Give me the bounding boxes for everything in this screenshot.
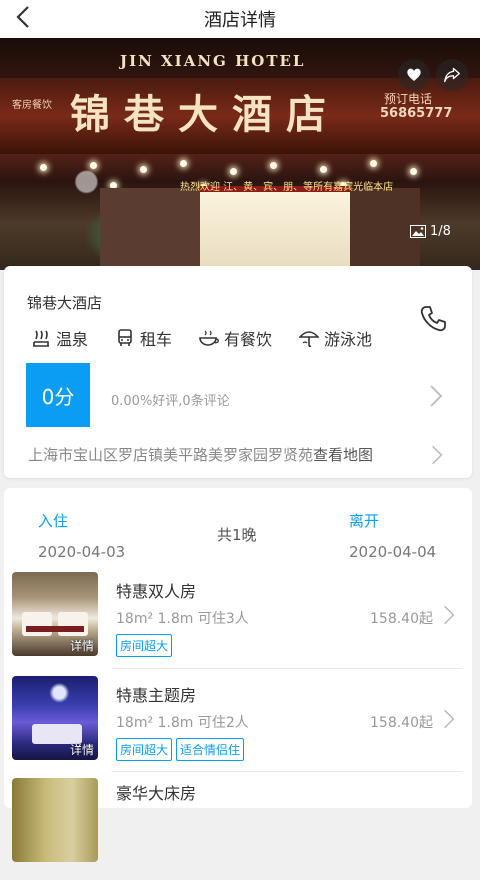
top-bar: 酒店详情 [0,0,480,38]
amenity-label: 游泳池 [324,330,373,349]
room-detail-tag: 详情 [69,743,94,757]
back-icon [16,6,29,28]
photo-chinese-name: 锦巷大酒店 [70,91,340,138]
share-button[interactable] [436,59,468,91]
room-tags: 房间超大 适合情侣住 [116,738,245,761]
amenity-car-rental: 租车 [114,326,172,350]
room-item[interactable]: 详情 特惠主题房 18m² 1.8m 可住2人 158.40起 房间超大 适合情… [4,676,472,778]
image-icon [410,225,426,238]
room-item[interactable]: 详情 特惠双人房 18m² 1.8m 可住3人 158.40起 房间超大 [4,572,472,674]
amenity-hot-spring: 温泉 [30,326,88,350]
hotel-name: 锦巷大酒店 [27,294,103,312]
room-price: 158.40起 [370,715,433,731]
checkout-label: 离开 [349,512,380,530]
checkin-label: 入住 [38,512,69,530]
room-tag: 房间超大 [116,634,173,657]
room-thumbnail[interactable] [12,778,98,862]
dining-icon [198,327,220,349]
rating-summary[interactable]: 0.00%好评,0条评论 [111,390,230,409]
room-tag: 适合情侣住 [176,738,245,761]
favorite-button[interactable] [398,59,430,91]
phone-icon [420,306,446,332]
car-rental-icon [114,327,136,349]
photo-counter-text: 1/8 [430,224,451,239]
photo-phone-label: 预订电话 [384,92,433,106]
room-name: 豪华大床房 [116,784,197,803]
amenity-label: 租车 [140,330,173,349]
checkout-selector[interactable]: 离开 2020-04-04 [349,510,436,561]
photo-phone-number: 56865777 [380,106,453,121]
room-spec: 18m² 1.8m 可住2人 [116,715,249,731]
amenity-label: 温泉 [56,330,89,349]
room-divider [112,771,462,772]
amenity-pool: 游泳池 [298,326,372,350]
hot-spring-icon [30,327,52,349]
room-thumbnail[interactable]: 详情 [12,572,98,656]
score-badge: 0分 [26,363,90,427]
room-thumbnail[interactable]: 详情 [12,676,98,760]
room-name: 特惠主题房 [116,686,197,705]
room-chevron-icon[interactable] [442,604,458,628]
room-detail-tag: 详情 [69,639,94,653]
hotel-info-card: 锦巷大酒店 温泉 租车 有餐饮 游泳池 0分 0.00%好评,0条评论 上海市宝… [4,266,472,478]
room-item[interactable]: 豪华大床房 [4,778,472,880]
room-spec: 18m² 1.8m 可住3人 [116,611,249,627]
back-button[interactable] [8,0,38,34]
photo-entrance [200,186,350,270]
photo-left-tag: 客房餐饮 [12,100,52,111]
pool-icon [298,327,320,349]
checkin-selector[interactable]: 入住 2020-04-03 [38,510,125,561]
share-icon [444,67,460,83]
page-title: 酒店详情 [204,10,276,31]
address-chevron-icon[interactable] [430,444,446,468]
heart-icon [407,68,421,81]
room-chevron-icon[interactable] [442,708,458,732]
address-text: 上海市宝山区罗店镇美平路美罗家园罗贤苑 [28,446,314,464]
photo-english-name: JIN XIANG HOTEL [120,52,306,70]
nights-count: 共1晚 [217,526,257,544]
photo-wall-left [100,188,200,270]
address-row[interactable]: 上海市宝山区罗店镇美平路美罗家园罗贤苑查看地图 [28,444,373,465]
amenity-label: 有餐饮 [224,330,273,349]
call-button[interactable] [418,304,448,334]
reviews-chevron-icon[interactable] [428,384,444,408]
amenity-list: 温泉 租车 有餐饮 游泳池 [30,326,398,350]
booking-card: 入住 2020-04-03 共1晚 离开 2020-04-04 详情 特惠双人房… [4,488,472,862]
room-divider [112,668,462,669]
hotel-photo[interactable]: JIN XIANG HOTEL 客房餐饮 锦巷大酒店 预订电话 56865777… [0,38,480,270]
checkout-date: 2020-04-04 [349,543,437,561]
room-tag: 房间超大 [116,738,173,761]
room-tags: 房间超大 [116,634,173,657]
room-name: 特惠双人房 [116,582,197,601]
checkin-date: 2020-04-03 [38,543,126,561]
photo-counter: 1/8 [410,224,451,239]
photo-banner: 热烈欢迎 江、黄、宾、朋、等所有嘉宾光临本店 [180,182,394,193]
room-price: 158.40起 [370,611,433,627]
amenity-dining: 有餐饮 [198,326,272,350]
view-map-link[interactable]: 查看地图 [313,446,373,464]
